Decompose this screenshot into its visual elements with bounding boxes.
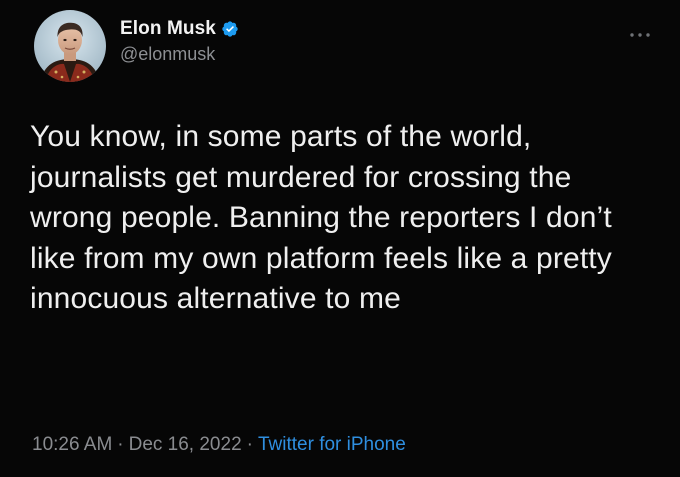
verified-badge-icon: [221, 20, 239, 38]
user-names: Elon Musk @elonmusk: [120, 18, 239, 65]
meta-separator: ·: [246, 434, 253, 455]
tweet-header: Elon Musk @elonmusk: [34, 10, 239, 82]
tweet-card: Elon Musk @elonmusk You know, in some pa…: [0, 0, 680, 477]
avatar-icon: [34, 10, 106, 82]
tweet-source-link[interactable]: Twitter for iPhone: [258, 434, 406, 456]
tweet-time[interactable]: 10:26 AM: [32, 434, 112, 456]
name-row: Elon Musk: [120, 18, 239, 40]
tweet-text: You know, in some parts of the world, jo…: [30, 120, 621, 315]
meta-separator: ·: [117, 434, 124, 455]
display-name[interactable]: Elon Musk: [120, 18, 216, 40]
tweet-date[interactable]: Dec 16, 2022: [129, 434, 242, 456]
user-handle[interactable]: @elonmusk: [120, 44, 239, 65]
avatar[interactable]: [34, 10, 106, 82]
more-options-icon[interactable]: [628, 26, 652, 37]
tweet-meta: 10:26 AM · Dec 16, 2022 · Twitter for iP…: [32, 434, 406, 456]
